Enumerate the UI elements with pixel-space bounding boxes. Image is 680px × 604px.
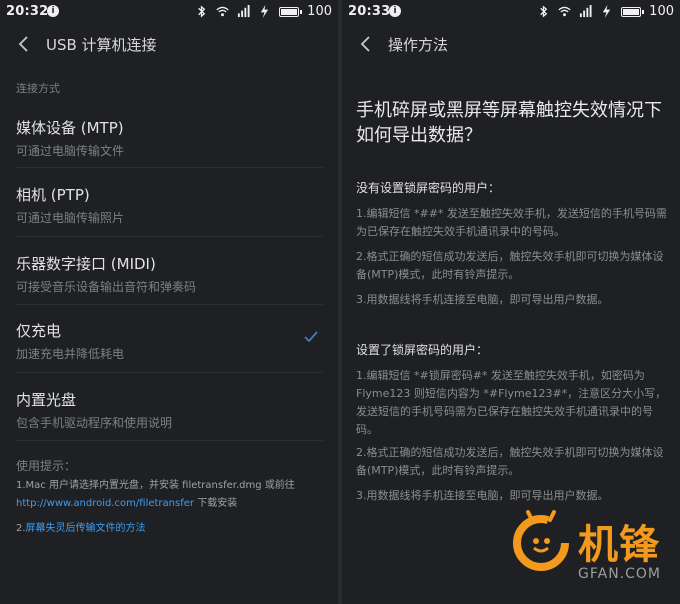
section-2-title: 设置了锁屏密码的用户：	[356, 343, 489, 357]
bluetooth-icon	[198, 5, 206, 18]
section-1-step-3: 3.用数据线将手机连接至电脑，即可导出用户数据。	[356, 293, 609, 306]
option-subtitle: 可通过电脑传输文件	[16, 144, 125, 158]
battery-icon	[279, 6, 303, 17]
option-ptp[interactable]: 相机 (PTP) 可通过电脑传输照片	[16, 184, 324, 226]
status-time: 20:33	[348, 4, 391, 19]
option-subtitle: 可通过电脑传输照片	[16, 211, 125, 225]
selected-check-icon	[304, 331, 318, 343]
option-subtitle: 可接受音乐设备输出音符和弹奏码	[16, 280, 197, 294]
wifi-icon	[216, 6, 229, 17]
section-1-step-1: 1.编辑短信 *##* 发送至触控失效手机，发送短信的手机号码需为已保存在触控失…	[356, 207, 667, 238]
battery-icon	[621, 6, 645, 17]
charging-bolt-icon	[602, 5, 611, 18]
battery-percent: 100	[649, 4, 674, 19]
option-subtitle: 包含手机驱动程序和使用说明	[16, 416, 173, 430]
back-arrow-icon[interactable]	[14, 34, 34, 54]
status-bar: 20:33 i 100	[342, 0, 680, 24]
divider	[16, 372, 324, 373]
battery-percent: 100	[307, 4, 332, 19]
notification-info-icon: i	[389, 5, 401, 17]
hint-title: 使用提示：	[16, 459, 77, 473]
divider	[16, 167, 324, 168]
option-title: 内置光盘	[16, 391, 77, 409]
option-subtitle: 加速充电并降低耗电	[16, 347, 125, 361]
hint-2: 2.屏幕失灵后传输文件的方法	[16, 520, 334, 538]
gfan-watermark: 机锋 GFAN.COM	[508, 506, 678, 602]
option-title: 相机 (PTP)	[16, 186, 90, 204]
battery-level-fill	[623, 8, 640, 15]
hint-2-prefix: 2.	[16, 523, 26, 534]
option-midi[interactable]: 乐器数字接口 (MIDI) 可接受音乐设备输出音符和弹奏码	[16, 253, 324, 295]
title-bar: 操作方法	[342, 26, 680, 62]
signal-icon	[238, 5, 250, 18]
title-bar: USB 计算机连接	[0, 26, 338, 62]
section-1-step-2: 2.格式正确的短信成功发送后，触控失效手机即可切换为媒体设备(MTP)模式，此时…	[356, 250, 664, 281]
divider	[16, 440, 324, 441]
watermark-en: GFAN.COM	[578, 566, 661, 582]
section-2-step-2: 2.格式正确的短信成功发送后，触控失效手机即可切换为媒体设备(MTP)模式，此时…	[356, 446, 664, 477]
status-time: 20:32	[6, 4, 49, 19]
transfer-method-link[interactable]: 屏幕失灵后传输文件的方法	[26, 523, 146, 534]
signal-icon	[580, 5, 592, 18]
page-title: USB 计算机连接	[46, 36, 157, 54]
status-bar: 20:32 i 100	[0, 0, 338, 24]
option-title: 媒体设备 (MTP)	[16, 119, 124, 137]
option-mtp[interactable]: 媒体设备 (MTP) 可通过电脑传输文件	[16, 117, 324, 159]
option-builtin-cd[interactable]: 内置光盘 包含手机驱动程序和使用说明	[16, 389, 324, 431]
hint-1-suffix: 下载安装	[194, 498, 238, 509]
battery-level-fill	[281, 8, 298, 15]
wifi-icon	[558, 6, 571, 17]
section-label: 连接方式	[16, 82, 60, 95]
filetransfer-link[interactable]: http://www.android.com/filetransfer	[16, 498, 194, 509]
section-2-step-3: 3.用数据线将手机连接至电脑，即可导出用户数据。	[356, 489, 609, 502]
gfan-logo-icon	[513, 510, 569, 571]
hint-1: 1.Mac 用户请选择内置光盘，并安装 filetransfer.dmg 或前往…	[16, 477, 334, 513]
hint-1-text: 1.Mac 用户请选择内置光盘，并安装 filetransfer.dmg 或前往	[16, 480, 295, 491]
notification-info-icon: i	[47, 5, 59, 17]
section-1-title: 没有设置锁屏密码的用户：	[356, 181, 501, 195]
bluetooth-icon	[540, 5, 548, 18]
charging-bolt-icon	[260, 5, 269, 18]
option-charge-only[interactable]: 仅充电 加速充电并降低耗电	[16, 320, 324, 362]
option-title: 仅充电	[16, 322, 62, 340]
watermark-cn: 机锋	[578, 522, 660, 568]
divider	[16, 236, 324, 237]
option-title: 乐器数字接口 (MIDI)	[16, 255, 156, 273]
section-2-step-1: 1.编辑短信 *#锁屏密码#* 发送至触控失效手机，如密码为 Flyme123 …	[356, 369, 667, 436]
back-arrow-icon[interactable]	[356, 34, 376, 54]
divider	[16, 304, 324, 305]
page-title: 操作方法	[388, 36, 449, 54]
left-screen: 20:32 i 100 USB 计算机连接 连接方式 媒体设备 (MTP) 可通…	[0, 0, 338, 604]
article-heading: 手机碎屏或黑屏等屏幕触控失效情况下如何导出数据？	[356, 100, 662, 146]
